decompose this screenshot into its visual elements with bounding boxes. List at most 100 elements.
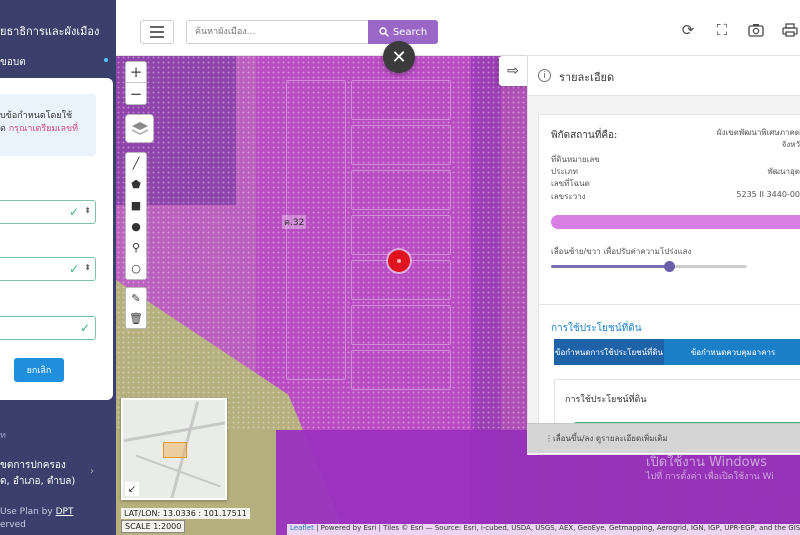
- leaflet-link[interactable]: Leaflet: [290, 524, 314, 532]
- note-line2: ด: [0, 124, 6, 134]
- admin-boundary-line2: ด, อำเภอ, ตำบล): [0, 476, 76, 487]
- dpt-link[interactable]: DPT: [56, 507, 74, 517]
- windows-watermark: เปิดใช้งาน Windows ไปที่ การตั้งค่า เพื่…: [646, 455, 774, 485]
- footer-line1: Use Plan by: [0, 507, 53, 517]
- draw-circlemarker-button[interactable]: ○: [126, 258, 146, 279]
- panel-title: รายละเอียด: [559, 71, 615, 84]
- draw-polygon-button[interactable]: ⬟: [126, 174, 146, 195]
- expand-label: เลื่อนขึ้น/ลง ดูรายละเอียดเพิ่มเติม: [553, 434, 668, 443]
- province-select[interactable]: ✓ ⬍: [0, 200, 96, 224]
- line-icon: ╱: [132, 157, 140, 170]
- trash-icon: 🗑: [129, 311, 143, 325]
- edit-icon: ✎: [131, 291, 141, 305]
- minimap-toggle-button[interactable]: ↙: [125, 482, 139, 496]
- tab-landuse-rules[interactable]: ข้อกำหนดการใช้ประโยชน์ที่ดิน: [554, 339, 664, 365]
- hamburger-icon: [150, 26, 164, 28]
- refresh-button[interactable]: ⟳: [678, 20, 698, 40]
- sidebar-footer: Use Plan by DPT erved: [0, 506, 73, 532]
- cancel-button[interactable]: ยกเลิก: [14, 358, 64, 382]
- location-marker[interactable]: [388, 250, 410, 272]
- sidebar-title: ยธาธิการและผังเมือง: [0, 25, 100, 38]
- zoom-out-button[interactable]: −: [126, 83, 146, 104]
- draw-circle-button[interactable]: ●: [126, 216, 146, 237]
- select-arrows-icon: ⬍: [84, 206, 91, 215]
- square-icon: ■: [130, 199, 142, 212]
- admin-boundary-item[interactable]: ขตการปกครอง ด, อำเภอ, ตำบล): [0, 458, 75, 490]
- top-actions: ⟳ ⛶: [678, 20, 800, 40]
- parcel-outline: [351, 125, 451, 165]
- fullscreen-button[interactable]: ⛶: [712, 20, 732, 40]
- zoom-in-button[interactable]: +: [126, 62, 146, 83]
- tab-building-control[interactable]: ข้อกำหนดควบคุมอาคาร: [664, 339, 800, 365]
- draw-marker-button[interactable]: ⚲: [126, 237, 146, 258]
- check-icon: ✓: [68, 262, 79, 276]
- zoom-control: + −: [125, 61, 147, 105]
- parcel-outline: [286, 80, 346, 380]
- pin-icon: ⚲: [131, 241, 141, 254]
- arrow-icon: ↙: [127, 483, 137, 495]
- detail-panel: i รายละเอียด พิกัดสถานที่คือ: ผังเขตพัฒน…: [527, 56, 800, 455]
- parcel-outline: [351, 350, 451, 390]
- circle-outline-icon: ○: [131, 262, 141, 275]
- watermark-line1: เปิดใช้งาน Windows: [646, 455, 768, 470]
- select-arrows-icon: ⬍: [84, 263, 91, 272]
- parcel-outline: [351, 80, 451, 120]
- search-input[interactable]: [186, 20, 368, 44]
- draw-toolbar: ╱ ⬟ ■ ● ⚲ ○: [125, 152, 147, 280]
- panel-toggle-button[interactable]: ⇨: [499, 56, 527, 86]
- parcel-outline: [351, 170, 451, 210]
- search-button[interactable]: Search: [368, 20, 438, 44]
- draw-line-button[interactable]: ╱: [126, 153, 146, 174]
- zone-color-bar: [551, 215, 800, 229]
- chevron-right-icon: ›: [90, 466, 94, 477]
- district-select[interactable]: ✓ ⬍: [0, 257, 96, 281]
- check-icon: ✓: [79, 321, 90, 335]
- delete-button[interactable]: 🗑: [126, 308, 146, 328]
- edit-button[interactable]: ✎: [126, 288, 146, 308]
- slider-thumb[interactable]: [663, 261, 675, 272]
- print-button[interactable]: [780, 20, 800, 40]
- opacity-label: เลื่อนซ้าย/ขวา เพื่อปรับค่าความโปร่งแสง: [551, 247, 692, 256]
- parcel-number-input[interactable]: ✓: [0, 316, 96, 340]
- sidebar-subtitle: ขอบต: [0, 57, 26, 68]
- menu-button[interactable]: [140, 20, 174, 44]
- expand-bar[interactable]: ⋮ เลื่อนขึ้น/ลง ดูรายละเอียดเพิ่มเติม: [527, 423, 800, 453]
- footer-line2: erved: [0, 520, 26, 530]
- refresh-icon: ⟳: [681, 21, 695, 39]
- close-button[interactable]: ✕: [383, 41, 415, 73]
- sidebar: ยธาธิการและผังเมือง ขอบต บข้อกำหนดโดยใช้…: [0, 0, 116, 535]
- location-value: ผังเขตพัฒนาพิเศษภาคต จังหวั: [717, 127, 800, 151]
- location-label: พิกัดสถานที่คือ:: [551, 130, 618, 141]
- minimap[interactable]: ↙: [121, 398, 227, 500]
- row-label-deed: เลขที่โฉนด: [551, 179, 590, 188]
- search-icon: [379, 27, 389, 37]
- search-form-card: บข้อกำหนดโดยใช้ ด กรุณาเตรียมเลขที่ ✓ ⬍ …: [0, 78, 113, 400]
- minimap-viewport[interactable]: [163, 442, 187, 458]
- info-note: บข้อกำหนดโดยใช้ ด กรุณาเตรียมเลขที่: [0, 94, 96, 156]
- attribution-text: | Powered by Esri | Tiles © Esri — Sourc…: [316, 524, 800, 532]
- slider-fill: [551, 265, 669, 268]
- layers-button[interactable]: [125, 114, 154, 143]
- admin-boundary-line1: ขตการปกครอง: [0, 460, 66, 471]
- draw-rectangle-button[interactable]: ■: [126, 195, 146, 216]
- opacity-slider[interactable]: [551, 261, 747, 272]
- edit-toolbar: ✎ 🗑: [125, 287, 147, 329]
- landuse-title: การใช้ประโยชน์ที่ดิน: [551, 323, 642, 334]
- layers-icon: [131, 121, 148, 135]
- row-value-sheet: 5235 II 3440-00: [736, 190, 800, 199]
- minimap-road: [135, 454, 221, 488]
- status-dot: [104, 58, 108, 62]
- search-button-label: Search: [392, 26, 428, 38]
- drag-handle-icon: ⋮: [545, 434, 553, 443]
- check-icon: ✓: [68, 205, 79, 219]
- section-label: ท: [0, 431, 6, 441]
- screenshot-button[interactable]: [746, 20, 766, 40]
- watermark-line2: ไปที่ การตั้งค่า เพื่อเปิดใช้งาน Wi: [646, 472, 774, 482]
- arrow-right-icon: ⇨: [507, 63, 519, 79]
- panel-header: i รายละเอียด: [528, 56, 800, 96]
- row-value-type: พัฒนาอุต: [767, 167, 800, 176]
- landuse-subtitle: การใช้ประโยชน์ที่ดิน: [565, 395, 647, 405]
- parcel-outline: [351, 215, 451, 255]
- print-icon: [782, 23, 798, 37]
- row-label-sheet: เลขระวาง: [551, 192, 586, 201]
